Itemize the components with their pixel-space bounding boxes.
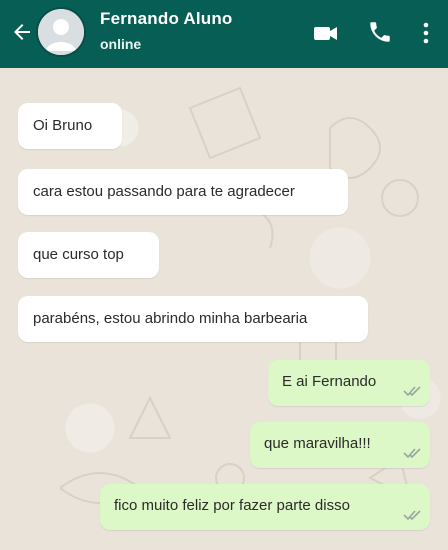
outgoing-message[interactable]: E ai Fernando xyxy=(268,360,430,406)
chat-area[interactable]: Oi Bruno cara estou passando para te agr… xyxy=(0,68,448,550)
message-text: E ai Fernando xyxy=(282,373,377,390)
double-check-icon xyxy=(403,386,421,397)
contact-status: online xyxy=(100,36,142,52)
message-text: Oi Bruno xyxy=(33,117,93,134)
message-text: parabéns, estou abrindo minha barbearia xyxy=(33,310,308,327)
outgoing-message[interactable]: que maravilha!!! xyxy=(250,422,430,468)
outgoing-message[interactable]: fico muito feliz por fazer parte disso xyxy=(100,484,430,530)
double-check-icon xyxy=(403,448,421,459)
video-call-icon[interactable] xyxy=(313,20,339,46)
phone-icon[interactable] xyxy=(367,19,393,45)
incoming-message[interactable]: que curso top xyxy=(18,232,159,278)
default-avatar-icon xyxy=(38,9,84,55)
message-text: que maravilha!!! xyxy=(264,435,371,452)
incoming-message[interactable]: Oi Bruno xyxy=(18,103,122,149)
more-vert-icon[interactable] xyxy=(417,20,435,46)
avatar[interactable] xyxy=(38,9,84,55)
double-check-icon xyxy=(403,510,421,521)
contact-name[interactable]: Fernando Aluno xyxy=(100,9,233,29)
message-text: fico muito feliz por fazer parte disso xyxy=(114,497,350,514)
message-text: cara estou passando para te agradecer xyxy=(33,183,295,200)
message-text: que curso top xyxy=(33,246,124,263)
incoming-message[interactable]: parabéns, estou abrindo minha barbearia xyxy=(18,296,368,342)
back-arrow-icon[interactable] xyxy=(10,20,34,44)
incoming-message[interactable]: cara estou passando para te agradecer xyxy=(18,169,348,215)
chat-header: Fernando Aluno online xyxy=(0,0,448,68)
